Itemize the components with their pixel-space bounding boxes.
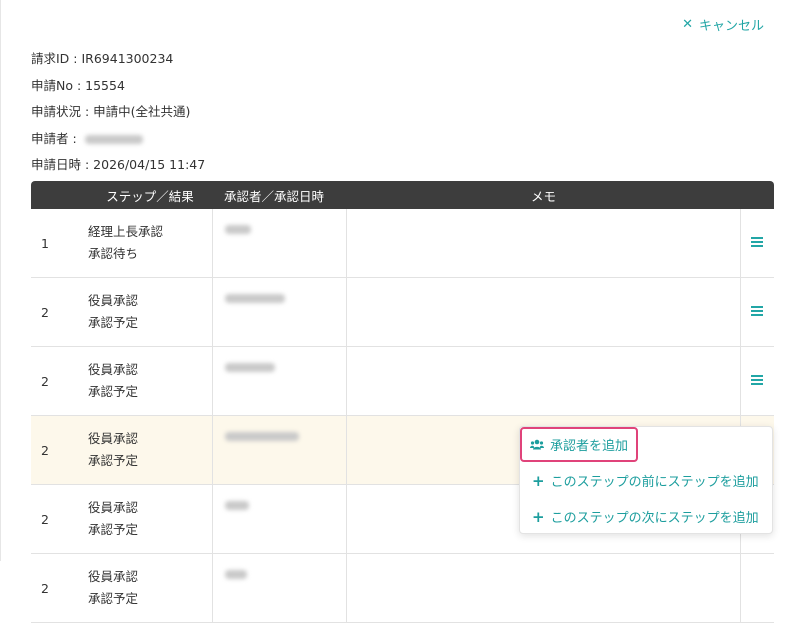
step-result: 承認予定 [88,384,139,399]
request-id: 請求ID : IR6941300234 [31,51,174,66]
table-row: 1 経理上長承認 承認待ち [31,209,774,278]
approver-name-redacted [224,432,299,441]
row-menu-cell [739,553,774,623]
step-number: 1 [31,209,88,278]
approver-cell [211,346,347,416]
memo-cell [346,346,740,416]
step-number: 2 [31,484,88,554]
step-name: 役員承認 [88,500,139,515]
approver-name-redacted [224,570,247,579]
step-name: 役員承認 [88,362,139,377]
row-menu-cell [739,346,774,416]
approver-name-redacted [224,225,251,234]
approval-steps-table: ステップ／結果 承認者／承認日時 メモ 1 経理上長承認 承認待ち 2 役員承認… [31,181,774,623]
application-no: 申請No : 15554 [31,78,125,93]
step-cell: 役員承認 承認予定 [88,277,212,347]
approver-cell [211,553,347,623]
step-result: 承認予定 [88,453,139,468]
step-action-dropdown: 承認者を追加 + このステップの前にステップを追加 + このステップの次にステッ… [519,426,773,534]
applicant-name-redacted [84,135,143,144]
step-cell: 役員承認 承認予定 [88,553,212,623]
step-name: 役員承認 [88,569,139,584]
approver-cell [211,415,347,485]
plus-icon: + [532,507,545,526]
memo-cell [346,553,740,623]
users-icon [530,439,544,450]
application-date: 申請日時 : 2026/04/15 11:47 [31,157,206,172]
step-result: 承認待ち [88,246,139,261]
step-cell: 役員承認 承認予定 [88,346,212,416]
cancel-button[interactable]: ✕ キャンセル [682,15,764,34]
header-memo: メモ [346,181,740,209]
application-status: 申請状況 : 申請中(全社共通) [31,104,191,119]
table-row: 2 役員承認 承認予定 [31,553,774,623]
close-icon: ✕ [682,17,693,32]
cancel-label: キャンセル [698,19,764,34]
row-menu-cell [739,209,774,278]
add-step-after-label: このステップの次にステップを追加 [550,511,759,526]
step-number: 2 [31,277,88,347]
add-approver-label: 承認者を追加 [550,439,629,454]
hamburger-menu-icon[interactable] [751,235,764,249]
step-name: 経理上長承認 [88,224,164,239]
plus-icon: + [532,471,545,490]
step-cell: 経理上長承認 承認待ち [88,209,212,278]
add-step-before-button[interactable]: + このステップの前にステップを追加 [532,471,759,491]
memo-cell [346,277,740,347]
header-approver-date: 承認者／承認日時 [212,181,346,209]
table-row: 2 役員承認 承認予定 [31,277,774,347]
applicant-label: 申請者 : [31,131,77,146]
applicant: 申請者 : [31,131,143,146]
hamburger-menu-icon[interactable] [751,373,764,387]
step-result: 承認予定 [88,591,139,606]
memo-cell [346,209,740,278]
add-step-after-button[interactable]: + このステップの次にステップを追加 [532,507,759,527]
header-menu [740,181,774,209]
step-result: 承認予定 [88,315,139,330]
header-number [31,181,88,209]
add-step-before-label: このステップの前にステップを追加 [550,475,759,490]
approver-cell [211,484,347,554]
approver-name-redacted [224,294,285,303]
approver-cell [211,209,347,278]
approver-cell [211,277,347,347]
hamburger-menu-icon[interactable] [751,304,764,318]
step-name: 役員承認 [88,293,139,308]
step-name: 役員承認 [88,431,139,446]
step-result: 承認予定 [88,522,139,537]
add-approver-button[interactable]: 承認者を追加 [520,427,639,462]
header-step-result: ステップ／結果 [88,181,212,209]
step-cell: 役員承認 承認予定 [88,484,212,554]
approver-name-redacted [224,501,249,510]
step-number: 2 [31,346,88,416]
table-header-row: ステップ／結果 承認者／承認日時 メモ [31,181,774,209]
row-menu-cell [739,277,774,347]
table-row: 2 役員承認 承認予定 [31,346,774,416]
step-number: 2 [31,415,88,485]
approver-name-redacted [224,363,275,372]
step-cell: 役員承認 承認予定 [88,415,212,485]
step-number: 2 [31,553,88,623]
page-border [0,0,1,561]
